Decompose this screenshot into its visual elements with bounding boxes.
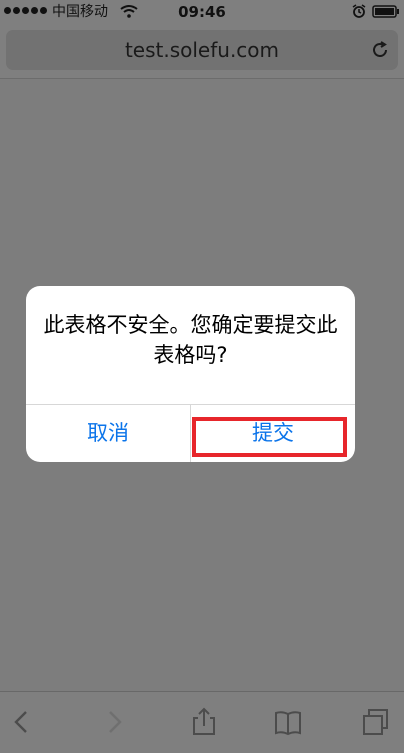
status-bar: 中国移动 09:46	[0, 0, 404, 24]
status-time: 09:46	[178, 3, 226, 21]
submit-highlight-box	[192, 417, 347, 457]
url-text: test.solefu.com	[124, 38, 280, 62]
bottom-toolbar	[0, 691, 404, 753]
dialog-message: 此表格不安全。您确定要提交此表格吗?	[43, 313, 338, 367]
cancel-button[interactable]: 取消	[26, 405, 190, 462]
bookmarks-icon[interactable]	[272, 706, 304, 738]
share-icon[interactable]	[188, 706, 220, 738]
reload-icon[interactable]	[370, 40, 390, 60]
tabs-icon[interactable]	[360, 706, 392, 738]
alarm-icon	[352, 4, 366, 18]
url-field[interactable]: test.solefu.com	[6, 30, 398, 70]
back-icon[interactable]	[6, 706, 38, 738]
forward-icon[interactable]	[98, 706, 130, 738]
battery-icon	[372, 5, 399, 18]
address-bar: test.solefu.com	[0, 24, 404, 79]
